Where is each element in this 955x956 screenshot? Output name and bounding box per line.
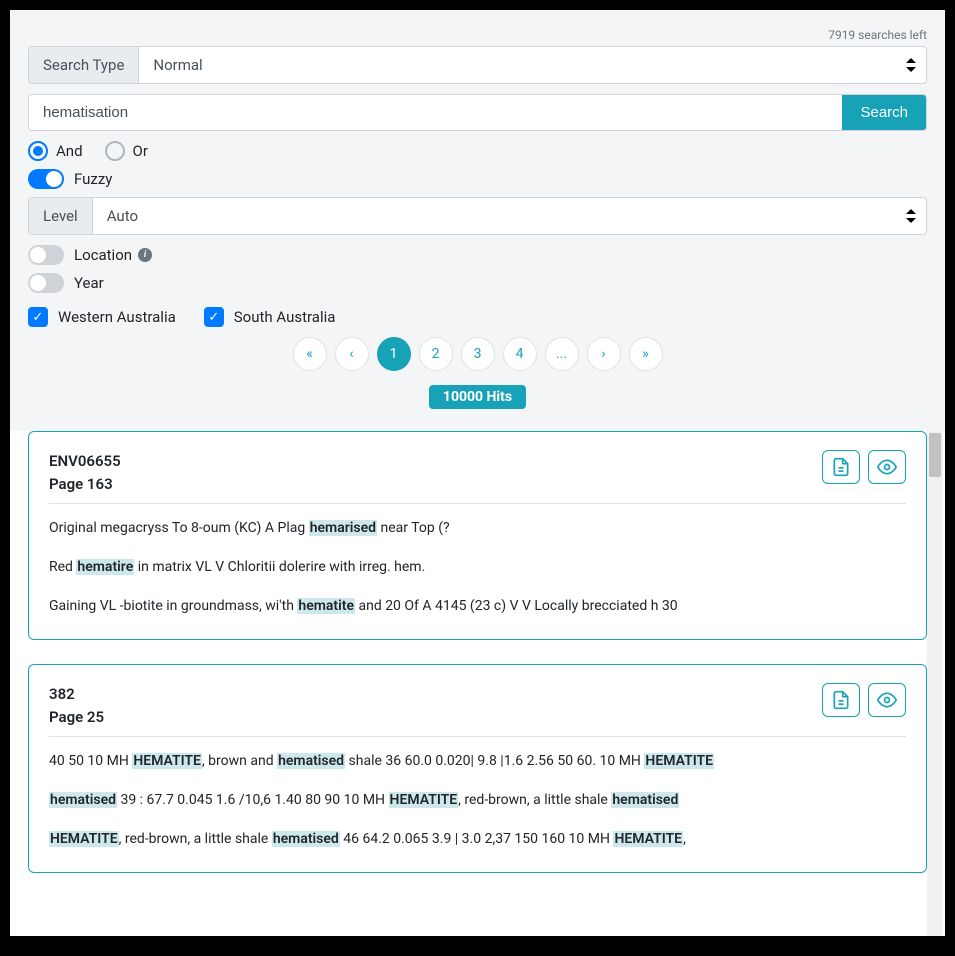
- searches-remaining: 7919 searches left: [28, 28, 927, 42]
- highlight: HEMATITE: [389, 792, 459, 808]
- page-btn-4[interactable]: 4: [503, 337, 537, 371]
- toggle-year-label: Year: [74, 274, 104, 292]
- highlight: hematised: [272, 831, 340, 847]
- page-btn-3[interactable]: 3: [461, 337, 495, 371]
- toggle-fuzzy-label: Fuzzy: [74, 170, 112, 188]
- check-western-australia[interactable]: ✓ Western Australia: [28, 307, 176, 327]
- page-btn-1[interactable]: 1: [377, 337, 411, 371]
- toggle-location-label: Location i: [74, 246, 152, 264]
- check-south-australia[interactable]: ✓ South Australia: [204, 307, 336, 327]
- hits-badge: 10000 Hits: [28, 385, 927, 409]
- search-type-select[interactable]: Normal: [139, 47, 926, 83]
- view-button[interactable]: [868, 683, 906, 717]
- toggle-location[interactable]: [28, 245, 64, 265]
- level-select[interactable]: Auto: [93, 198, 926, 234]
- radio-or-label: Or: [133, 142, 148, 160]
- radio-and[interactable]: And: [28, 141, 83, 161]
- level-group: Level Auto: [28, 197, 927, 235]
- highlight: hematite: [297, 598, 355, 614]
- file-icon: [831, 690, 851, 710]
- sort-icon: [906, 209, 916, 223]
- highlight: hematised: [611, 792, 679, 808]
- results-list[interactable]: ENV06655Page 163 Original megacryss To 8-…: [10, 431, 945, 936]
- page-btn-‹[interactable]: ‹: [335, 337, 369, 371]
- search-row: Search: [28, 94, 927, 131]
- search-input[interactable]: [29, 95, 842, 130]
- highlight: HEMATITE: [644, 753, 714, 769]
- result-card: ENV06655Page 163 Original megacryss To 8-…: [28, 431, 927, 640]
- document-button[interactable]: [822, 450, 860, 484]
- search-type-value: Normal: [153, 56, 906, 74]
- view-button[interactable]: [868, 450, 906, 484]
- toggle-fuzzy[interactable]: [28, 169, 64, 189]
- sort-icon: [906, 58, 916, 72]
- highlight: HEMATITE: [49, 831, 119, 847]
- eye-icon: [877, 690, 897, 710]
- highlight: hematire: [76, 559, 134, 575]
- highlight: hemarised: [309, 520, 377, 536]
- result-card: 382Page 25 40 50 10 MH HEMATITE, brown an…: [28, 664, 927, 873]
- level-value: Auto: [107, 207, 906, 225]
- result-snippet: Original megacryss To 8-oum (KC) A Plag …: [49, 518, 906, 539]
- check-wa-label: Western Australia: [58, 308, 176, 326]
- radio-or[interactable]: Or: [105, 141, 148, 161]
- page-btn-«[interactable]: «: [293, 337, 327, 371]
- pagination: «‹1234...›»: [28, 337, 927, 371]
- result-id: ENV06655: [49, 450, 121, 473]
- page-btn-»[interactable]: »: [629, 337, 663, 371]
- info-icon: i: [138, 248, 152, 262]
- search-type-label: Search Type: [29, 47, 139, 83]
- result-page: Page 163: [49, 473, 121, 496]
- search-button[interactable]: Search: [842, 95, 926, 130]
- page-btn-2[interactable]: 2: [419, 337, 453, 371]
- page-btn-...[interactable]: ...: [545, 337, 579, 371]
- page-btn-›[interactable]: ›: [587, 337, 621, 371]
- search-type-group: Search Type Normal: [28, 46, 927, 84]
- file-icon: [831, 457, 851, 477]
- result-page: Page 25: [49, 706, 104, 729]
- highlight: HEMATITE: [132, 753, 202, 769]
- highlight: hematised: [277, 753, 345, 769]
- scrollbar[interactable]: [927, 431, 943, 936]
- result-snippet: Red hematire in matrix VL V Chloritii do…: [49, 557, 906, 578]
- toggle-year[interactable]: [28, 273, 64, 293]
- level-label: Level: [29, 198, 93, 234]
- result-snippet: 40 50 10 MH HEMATITE, brown and hematise…: [49, 751, 906, 772]
- result-snippet: Gaining VL -biotite in groundmass, wi'th…: [49, 596, 906, 617]
- scrollbar-thumb[interactable]: [929, 433, 941, 477]
- check-sa-label: South Australia: [234, 308, 336, 326]
- eye-icon: [877, 457, 897, 477]
- result-snippet: hematised 39 : 67.7 0.045 1.6 /10,6 1.40…: [49, 790, 906, 811]
- document-button[interactable]: [822, 683, 860, 717]
- result-id: 382: [49, 683, 104, 706]
- result-snippet: HEMATITE, red-brown, a little shale hema…: [49, 829, 906, 850]
- highlight: hematised: [49, 792, 117, 808]
- highlight: HEMATITE: [613, 831, 683, 847]
- radio-and-label: And: [56, 142, 83, 160]
